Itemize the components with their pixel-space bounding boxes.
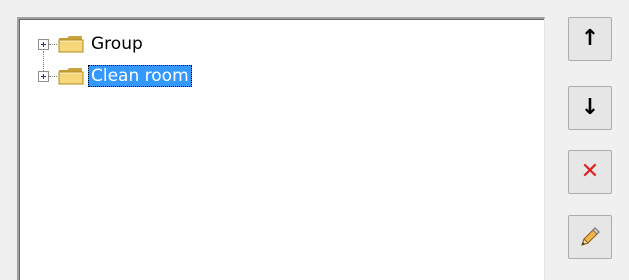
expand-icon[interactable] — [38, 70, 49, 82]
group-tree-view[interactable]: Group Clean room — [17, 17, 545, 280]
edit-button[interactable] — [568, 215, 612, 259]
tree-node-group[interactable]: Group — [38, 32, 146, 56]
expand-icon[interactable] — [38, 38, 49, 50]
tree-node-label: Group — [91, 34, 143, 54]
folder-icon — [58, 36, 84, 53]
pencil-icon — [581, 227, 600, 246]
move-up-button[interactable]: ↑ — [568, 17, 612, 61]
tree-node-clean-room[interactable]: Clean room — [38, 64, 192, 88]
tree-node-label-selected: Clean room — [88, 65, 192, 87]
tree-branch-line — [49, 43, 57, 45]
arrow-up-icon: ↑ — [580, 26, 600, 51]
tree-editor-panel: Group Clean room ↑ ↓ ✕ — [0, 0, 629, 280]
tree-branch-line — [49, 75, 57, 77]
folder-icon — [58, 68, 84, 85]
delete-x-icon: ✕ — [580, 159, 600, 184]
arrow-down-icon: ↓ — [580, 95, 600, 120]
move-down-button[interactable]: ↓ — [568, 86, 612, 130]
delete-button[interactable]: ✕ — [568, 150, 612, 194]
